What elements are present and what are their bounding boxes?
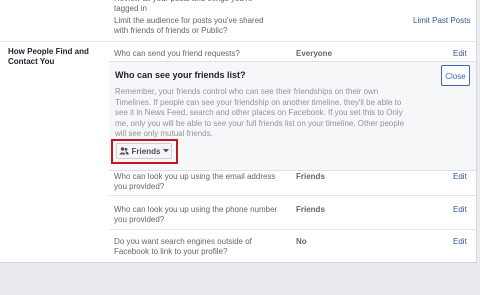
email-lookup-edit-link[interactable]: Edit — [453, 172, 467, 181]
review-posts-question: Review all your posts and things you're … — [114, 0, 253, 13]
row-divider — [109, 195, 476, 196]
friend-requests-value: Everyone — [296, 49, 333, 58]
friends-list-description: Remember, your friends control who can s… — [115, 87, 405, 138]
email-lookup-question: Who can look you up using the email addr… — [114, 172, 276, 191]
search-engines-question: Do you want search engines outside of Fa… — [114, 237, 252, 256]
limit-past-posts-link[interactable]: Limit Past Posts — [413, 16, 470, 25]
limit-posts-question: Limit the audience for posts you've shar… — [114, 16, 264, 35]
friends-list-title: Who can see your friends list? — [115, 70, 246, 80]
audience-label: Friends — [131, 146, 161, 156]
panel-border — [476, 0, 477, 262]
row-divider — [109, 229, 476, 230]
phone-lookup-edit-link[interactable]: Edit — [453, 205, 467, 214]
email-lookup-value: Friends — [296, 172, 325, 181]
friend-requests-question: Who can send you friend requests? — [114, 49, 240, 58]
search-engines-edit-link[interactable]: Edit — [453, 237, 467, 246]
caret-down-icon — [163, 149, 170, 153]
panel-bottom-border — [0, 262, 477, 263]
friend-requests-edit-link[interactable]: Edit — [453, 49, 467, 58]
search-engines-value: No — [296, 237, 307, 246]
phone-lookup-value: Friends — [296, 205, 325, 214]
phone-lookup-question: Who can look you up using the phone numb… — [114, 205, 278, 224]
section-label: How People Find and Contact You — [8, 47, 89, 66]
section-divider — [0, 41, 476, 42]
audience-selector-button[interactable]: Friends — [116, 143, 172, 159]
friends-icon — [119, 147, 129, 155]
close-button[interactable]: Close — [441, 65, 470, 86]
